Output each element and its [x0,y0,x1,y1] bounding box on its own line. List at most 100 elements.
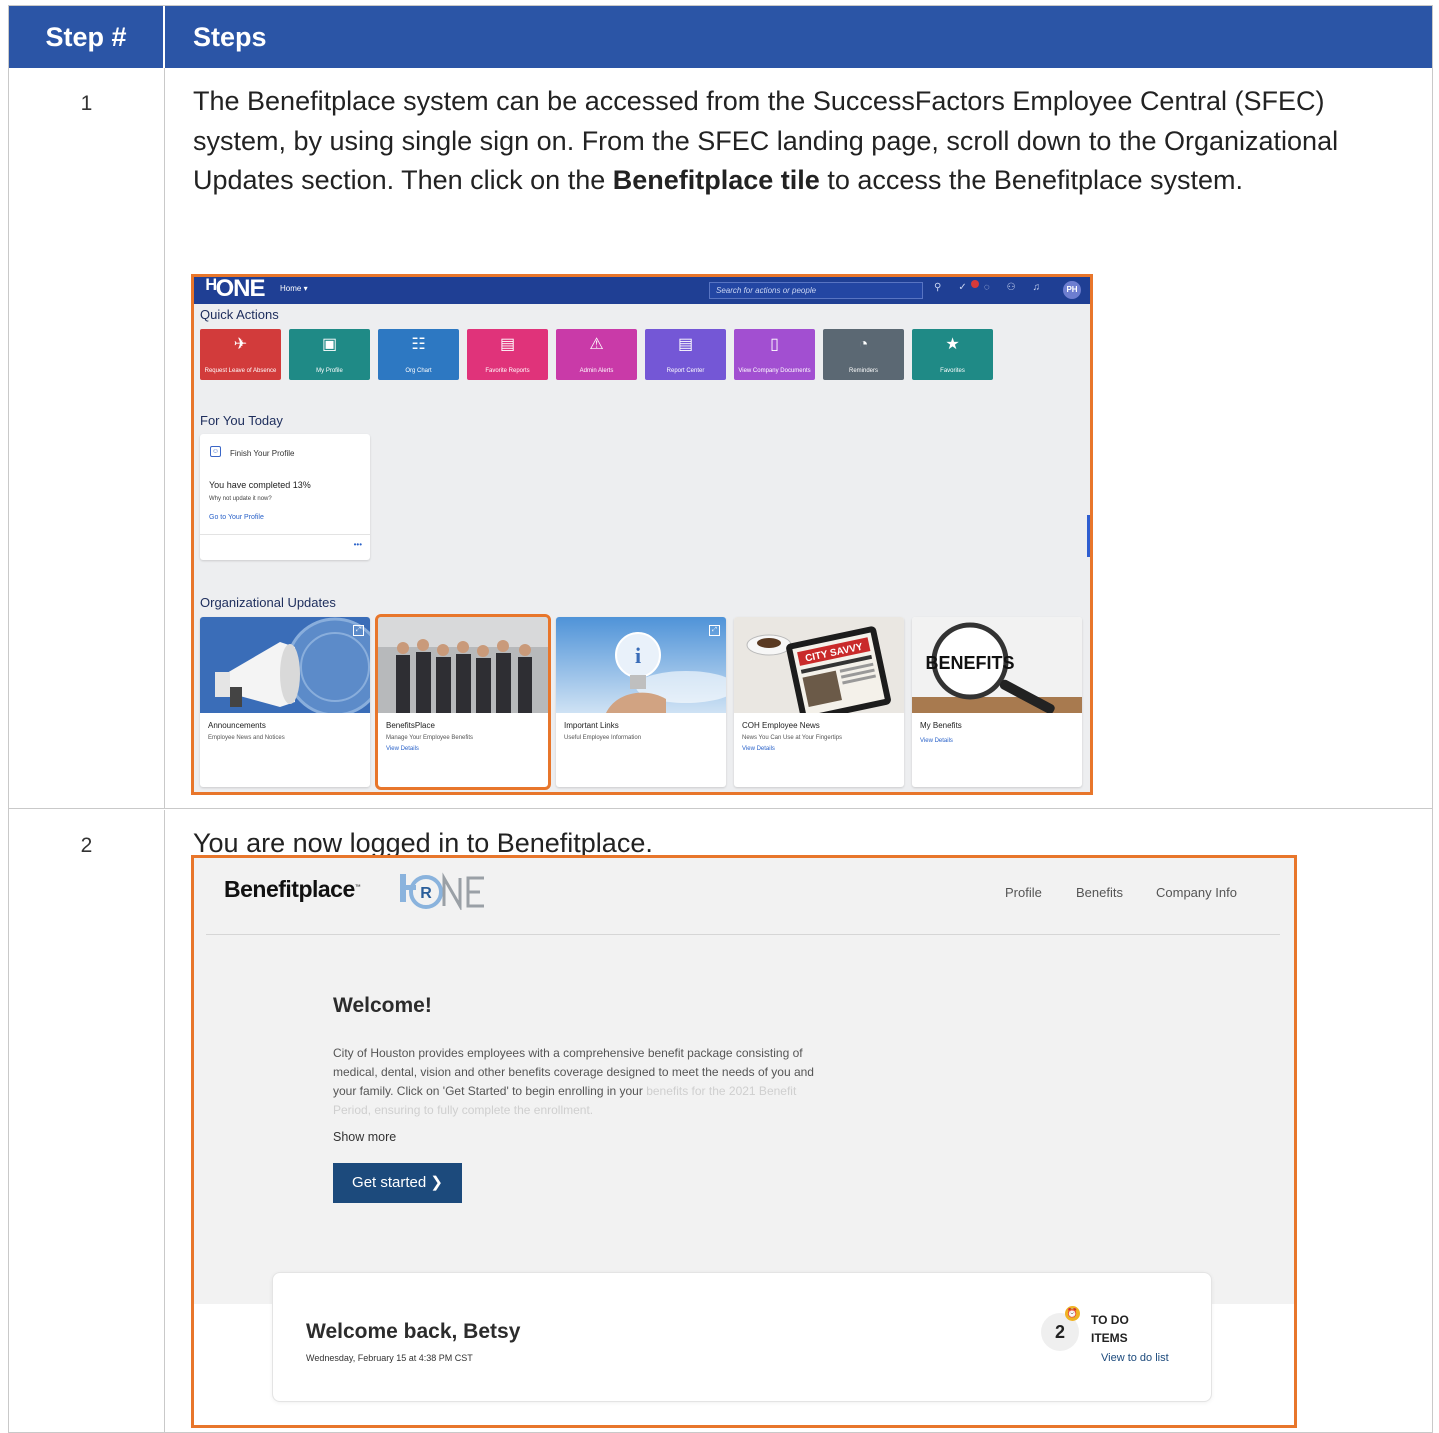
quick-action-label: Favorites [940,368,965,374]
svg-text:i: i [635,643,641,668]
notification-badge [971,280,979,288]
view-details-link[interactable]: View Details [386,746,419,752]
quick-actions-row: ✈ Request Leave of Absence ▣ My Profile ☷ Org… [200,329,993,380]
benefitplace-logo: Benefitplace™ [224,876,361,902]
people-icon[interactable]: ⚇ [1007,282,1016,293]
benefitsplace-tile[interactable]: BenefitsPlace Manage Your Employee Benef… [375,614,551,790]
magnifier-benefits-image: BENEFITS [912,617,1082,713]
timestamp: Wednesday, February 15 at 4:38 PM CST [306,1353,473,1363]
benefits-sign-text: BENEFITS [925,653,1014,673]
todo-icon[interactable]: ✓ [958,282,966,293]
chat-icon[interactable]: ◌ [984,282,990,293]
completion-text: You have completed 13% [209,480,311,490]
announcements-tile[interactable]: ⤢ Announcements Employee News and Notice… [200,617,370,787]
org-updates-row: ⤢ Announcements Employee News and Notice… [200,614,1082,790]
more-options-icon[interactable]: ••• [354,540,362,549]
reminder-icon: ◔ [858,336,869,353]
org-chart-icon: ☷ [411,336,426,353]
hr-one-logo: ᴴONE [206,275,265,302]
emphasis-text: Benefitplace tile [612,165,820,195]
welcome-paragraph: City of Houston provides employees with … [333,1046,814,1117]
search-icon[interactable]: ⚲ [934,282,941,293]
quick-action-label: Request Leave of Absence [204,368,277,374]
tile-subtitle: Useful Employee Information [564,735,642,741]
tile-subtitle: Manage Your Employee Benefits [386,735,474,741]
quick-action-label: Report Center [666,368,705,374]
step-number: 2 [9,810,165,1433]
quick-action-tile[interactable]: ☷ Org Chart [378,329,459,380]
scrollbar[interactable] [1087,515,1090,557]
benefitplace-screenshot: Benefitplace™ R Profile Benefits Company… [191,855,1297,1428]
star-icon: ★ [945,336,960,353]
quick-action-label: View Company Documents [738,368,811,374]
view-details-link[interactable]: View Details [920,738,953,744]
avatar[interactable]: PH [1063,281,1081,299]
profile-icon: ☺ [210,446,221,457]
nav-profile[interactable]: Profile [1005,885,1042,900]
header-step-number: Step # [9,6,165,68]
report-icon: ▤ [499,336,516,353]
quick-action-tile[interactable]: ◔ Reminders [823,329,904,380]
tile-subtitle: Employee News and Notices [208,735,285,741]
view-todo-list-link[interactable]: View to do list [1101,1352,1169,1364]
expand-icon[interactable]: ⤢ [353,625,364,636]
search-input[interactable]: Search for actions or people [709,282,923,299]
sfec-screenshot: ᴴONE Home ▾ Search for actions or people… [191,274,1093,795]
nav-company-info[interactable]: Company Info [1156,885,1237,900]
document-icon: ▯ [770,336,779,353]
section-title-quick-actions: Quick Actions [200,307,279,322]
section-title-for-you-today: For You Today [200,413,283,428]
section-title-org-updates: Organizational Updates [200,595,336,610]
step-number: 1 [9,68,165,808]
newspaper-tablet-image: CITY SAVVY [734,617,904,713]
my-benefits-tile[interactable]: BENEFITS My Benefits View Details [912,617,1082,787]
lightbulb-image: i [556,617,726,713]
quick-action-tile[interactable]: ▤ Report Center [645,329,726,380]
plane-icon: ✈ [233,336,248,353]
tile-title: COH Employee News [742,721,820,730]
employee-news-tile[interactable]: CITY SAVVY COH Employee News News You Ca… [734,617,904,787]
important-links-tile[interactable]: i ⤢ Important Links Useful Employee Info… [556,617,726,787]
header-steps: Steps [193,22,267,52]
tile-title: My Benefits [920,721,962,730]
tile-title: Important Links [564,721,619,730]
quick-action-label: Admin Alerts [579,368,614,374]
nav-benefits[interactable]: Benefits [1076,885,1123,900]
svg-text:R: R [420,885,432,902]
home-menu[interactable]: Home ▾ [280,284,308,293]
quick-action-label: My Profile [316,368,343,374]
sfec-top-bar: ᴴONE Home ▾ Search for actions or people… [194,277,1090,304]
bell-icon[interactable]: ♫ [1033,282,1041,293]
quick-action-label: Reminders [848,368,878,374]
completion-subtext: Why not update it now? [209,496,272,502]
megaphone-image [200,617,370,713]
alert-icon: ⚠ [589,336,604,353]
quick-action-tile[interactable]: ▣ My Profile [289,329,370,380]
report-center-icon: ▤ [677,336,694,353]
alarm-clock-icon: ⏰ [1065,1306,1080,1321]
finish-profile-card[interactable]: ☺ Finish Your Profile You have completed… [200,434,370,560]
get-started-button[interactable]: Get started ❯ [333,1163,462,1203]
card-title: Finish Your Profile [230,449,295,458]
welcome-heading: Welcome! [333,994,432,1017]
group-photo-image [378,617,548,713]
tile-subtitle: News You Can Use at Your Fingertips [742,735,843,741]
divider [200,534,370,535]
step-description: The Benefitplace system can be accessed … [193,86,1339,195]
hr-one-logo: R [400,872,484,910]
quick-action-tile[interactable]: ★ Favorites [912,329,993,380]
view-details-link[interactable]: View Details [742,746,775,752]
quick-action-tile[interactable]: ▤ Favorite Reports [467,329,548,380]
divider [206,934,1280,935]
welcome-back-heading: Welcome back, Betsy [306,1320,521,1343]
welcome-back-card: Welcome back, Betsy Wednesday, February … [272,1272,1212,1402]
quick-action-tile[interactable]: ⚠ Admin Alerts [556,329,637,380]
profile-card-icon: ▣ [321,336,338,353]
quick-action-tile[interactable]: ▯ View Company Documents [734,329,815,380]
go-to-profile-link[interactable]: Go to Your Profile [209,514,264,521]
show-more-link[interactable]: Show more [333,1130,396,1144]
table-header: Step # Steps [9,6,1432,68]
expand-icon[interactable]: ⤢ [709,625,720,636]
quick-action-tile[interactable]: ✈ Request Leave of Absence [200,329,281,380]
quick-action-label: Org Chart [405,368,432,374]
